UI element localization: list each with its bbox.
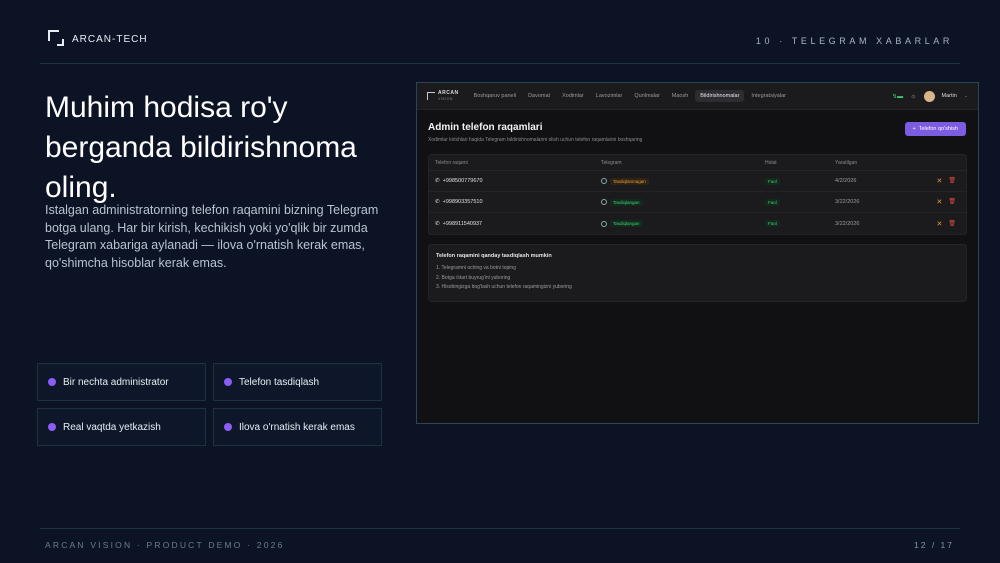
deactivate-icon[interactable]: ✕ [937, 220, 943, 228]
table-header: Telefon raqami Telegram Holat Yaratilgan [429, 155, 966, 171]
nav-item-notifications[interactable]: Bildirishnomalar [695, 90, 745, 102]
bullet-dot-icon [224, 378, 232, 386]
app-logo-bottom: VISION [438, 97, 453, 101]
nav-item-salary[interactable]: Maosh [667, 90, 694, 102]
headline: Muhim hodisa ro'y berganda bildirishnoma… [45, 91, 357, 204]
brand-name: ARCAN-TECH [72, 34, 148, 45]
bullet-dot-icon [224, 423, 232, 431]
user-name[interactable]: Martin [942, 93, 957, 99]
app-screenshot: ARCAN VISION Boshqaruv paneli Davomat Xo… [416, 82, 979, 424]
nav-item-dashboard[interactable]: Boshqaruv paneli [469, 90, 522, 102]
phone-number: +998911540937 [442, 220, 483, 227]
connection-status-icon[interactable]: ↯▬ [892, 93, 903, 100]
phone-number: +998500779670 [442, 178, 483, 184]
created-date: 3/22/2026 [835, 220, 860, 227]
telegram-status-badge: Tasdiqlanmagan [610, 177, 649, 185]
delete-icon[interactable]: 🗑 [948, 220, 956, 228]
nav-item-devices[interactable]: Qurilmalar [629, 90, 664, 102]
deactivate-icon[interactable]: ✕ [937, 198, 943, 206]
feature-card: Ilova o'rnatish kerak emas [213, 408, 382, 446]
chevron-down-icon[interactable]: ⌄ [964, 93, 968, 99]
phone-icon: ✆ [435, 199, 440, 205]
verification-info-card: Telefon raqamini qanday tasdiqlash mumki… [428, 244, 967, 302]
delete-icon[interactable]: 🗑 [948, 177, 956, 185]
section-label: 10 · TELEGRAM XABARLAR [755, 36, 953, 46]
add-phone-button[interactable]: + Telefon qo'shish [904, 122, 966, 136]
info-step: 3. Hisobingizga bog'lash uchun telefon r… [436, 284, 572, 290]
app-navbar: ARCAN VISION Boshqaruv paneli Davomat Xo… [417, 83, 978, 110]
nav-menu: Boshqaruv paneli Davomat Xodimlar Lavozi… [469, 90, 791, 102]
brand-logo-icon [48, 30, 64, 46]
info-title: Telefon raqamini qanday tasdiqlash mumki… [436, 253, 552, 259]
feature-label: Bir nechta administrator [63, 376, 169, 388]
add-phone-label: Telefon qo'shish [918, 126, 958, 132]
brand: ARCAN-TECH [48, 30, 148, 46]
status-badge: Faol [765, 198, 780, 206]
column-header: Telefon raqami [435, 159, 468, 166]
bullet-dot-icon [48, 423, 56, 431]
column-header: Yaratilgan [835, 159, 858, 166]
table-row: ✆ +998911540937 Tasdiqlangan Faol 3/22/20… [429, 213, 966, 234]
nav-item-positions[interactable]: Lavozimlar [591, 90, 628, 102]
telegram-status-badge: Tasdiqlangan [610, 220, 643, 227]
telegram-icon [601, 220, 607, 227]
telegram-icon [601, 178, 607, 184]
feature-label: Real vaqtda yetkazish [63, 421, 161, 433]
feature-label: Telefon tasdiqlash [239, 376, 320, 388]
status-badge: Faol [765, 220, 780, 227]
bottom-divider [40, 528, 960, 529]
page-subtitle: Xodimlar kirishlari haqida Telegram bild… [428, 137, 643, 143]
telegram-icon [601, 199, 607, 205]
nav-item-attendance[interactable]: Davomat [523, 90, 555, 102]
phone-icon: ✆ [435, 220, 440, 227]
phones-table: Telefon raqami Telegram Holat Yaratilgan… [428, 154, 967, 235]
description: Istalgan administratorning telefon raqam… [45, 203, 379, 270]
feature-card: Real vaqtda yetkazish [37, 408, 206, 446]
feature-card: Bir nechta administrator [37, 363, 206, 401]
phone-number: +998903357510 [442, 199, 483, 205]
app-logo-icon [427, 92, 435, 100]
page-number: 12 / 17 [914, 540, 954, 550]
bullet-dot-icon [48, 378, 56, 386]
feature-label: Ilova o'rnatish kerak emas [239, 421, 355, 433]
app-logo[interactable]: ARCAN VISION [427, 90, 459, 102]
phone-icon: ✆ [435, 178, 440, 184]
nav-item-employees[interactable]: Xodimlar [557, 90, 589, 102]
created-date: 3/22/2026 [835, 199, 860, 205]
created-date: 4/2/2026 [835, 178, 857, 184]
info-step: 2. Botga /start buyrug'ini yuboring [436, 274, 511, 281]
column-header: Telegram [601, 159, 622, 166]
user-avatar[interactable] [923, 90, 935, 102]
page-title: Admin telefon raqamlari [428, 122, 543, 133]
feature-card: Telefon tasdiqlash [213, 363, 382, 401]
column-header: Holat [765, 159, 777, 166]
status-badge: Faol [765, 177, 780, 185]
theme-toggle-icon[interactable]: ☼ [910, 93, 916, 100]
deactivate-icon[interactable]: ✕ [937, 177, 943, 185]
nav-item-integrations[interactable]: Integratsiyalar [746, 90, 791, 102]
info-step: 1. Telegramni oching va botni toping [436, 265, 516, 271]
delete-icon[interactable]: 🗑 [948, 198, 956, 206]
table-row: ✆ +998903357510 Tasdiqlangan Faol 3/22/20… [429, 192, 966, 213]
telegram-status-badge: Tasdiqlangan [610, 198, 643, 206]
plus-icon: + [912, 126, 916, 132]
footer-caption: ARCAN VISION · PRODUCT DEMO · 2026 [45, 540, 285, 550]
top-divider [40, 63, 960, 64]
table-row: ✆ +998500779670 Tasdiqlanmagan Faol 4/2/2… [429, 171, 966, 192]
